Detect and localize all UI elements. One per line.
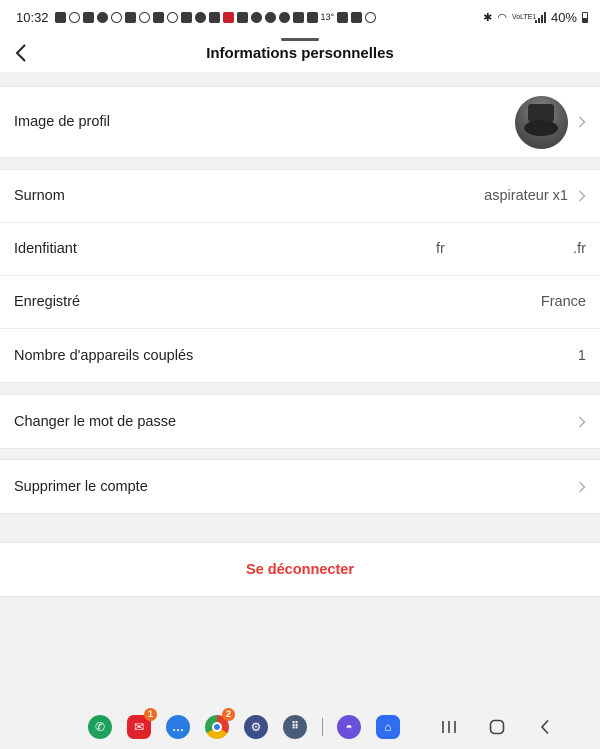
chevron-right-icon [578,190,586,202]
paired-devices-value: 1 [577,347,586,364]
messages-app-icon[interactable]: … [166,714,190,739]
nickname-value: aspirateur x1 [484,188,568,204]
youtube-icon [222,11,234,23]
paired-devices-row: Nombre d'appareils couplés 1 [0,329,600,382]
flipboard-icon [337,11,349,23]
logout-label: Se déconnecter [246,561,354,578]
taskbar: ✆ ✉ 1 … 2 ⚙ ⠿ ◓ ⌂ [0,704,600,749]
dock-divider [322,717,323,736]
battery-percent: 40% [550,9,577,25]
chrome-badge: 2 [222,707,235,721]
apps-grid-icon[interactable]: ⠿ [283,714,307,739]
chevron-right-icon [578,116,586,128]
nickname-row[interactable]: Surnom aspirateur x1 [0,170,600,223]
star-icon [138,11,150,23]
chrome-icon [166,11,178,23]
notification-icons: 13° [54,11,484,23]
nickname-label: Surnom [14,188,65,204]
rmc-icon [208,11,220,23]
home-icon [489,719,505,734]
logout-button[interactable]: Se déconnecter [0,542,600,597]
weather-temperature: 13° [320,12,335,22]
linkedin-icon [152,11,164,23]
clock: 10:32 [16,9,49,25]
mail-icon [124,11,136,23]
delete-account-label: Supprimer le compte [14,478,148,495]
image-icon [306,11,318,23]
change-password-label: Changer le mot de passe [14,413,177,430]
identifier-label: Idenfitiant [14,241,77,257]
home-button[interactable] [483,713,511,741]
phone-app-icon[interactable]: ✆ [88,714,112,739]
chevron-left-icon [15,44,26,62]
identifier-row: Idenfitiant fr .fr [0,223,600,276]
status-bar: 10:32 13° ✱ ◠ VoLTE1 40% [0,0,600,34]
registered-label: Enregistré [14,294,81,310]
smartthings-app-icon[interactable]: ⌂ [376,714,400,739]
delete-account-section: Supprimer le compte [0,459,600,514]
pokeball-icon [278,11,290,23]
pokeball-icon [250,11,262,23]
tumblr-icon [236,11,248,23]
pokeball-icon [264,11,276,23]
network-type: VoLTE1 [511,13,537,21]
battery-icon [582,11,588,23]
chevron-right-icon [578,416,586,428]
news-icon [292,11,304,23]
system-indicators: ✱ ◠ VoLTE1 40% [483,10,588,25]
signal-icon [534,11,546,23]
avatar [515,95,568,149]
registered-value: France [540,294,586,310]
bluetooth-icon: ✱ [483,11,493,24]
linkedin-icon [54,11,66,23]
snapchat-icon [194,11,206,23]
nickname-value-wrap: aspirateur x1 [484,188,586,204]
chrome-app-icon[interactable]: 2 [205,707,235,739]
settings-app-icon[interactable]: ⚙ [244,714,268,739]
chevron-right-icon [578,481,586,493]
back-button[interactable] [6,38,36,68]
chrome-icon [110,11,122,23]
google-icon [96,11,108,23]
registered-row: Enregistré France [0,276,600,329]
flipboard-icon [351,11,363,23]
delete-account-row[interactable]: Supprimer le compte [0,460,600,513]
identifier-value-start: fr [436,241,445,257]
chrome-icon [68,11,80,23]
email-app-icon[interactable]: ✉ 1 [127,707,157,739]
wifi-icon: ◠ [497,11,507,24]
change-password-section: Changer le mot de passe [0,394,600,449]
email-badge: 1 [144,707,157,721]
page-title: Informations personnelles [206,44,394,62]
recent-apps-button[interactable] [435,713,463,741]
recents-icon [442,720,456,733]
back-icon [540,719,549,734]
profile-image-row[interactable]: Image de profil [0,87,600,157]
app-header: Informations personnelles [0,34,600,72]
profile-image-value [515,95,586,149]
account-details-section: Surnom aspirateur x1 Idenfitiant fr .fr … [0,169,600,383]
profile-section: Image de profil [0,86,600,158]
identifier-value: fr .fr [436,241,586,257]
internet-app-icon[interactable]: ◓ [337,714,361,739]
back-nav-button[interactable] [531,713,559,741]
drag-handle[interactable] [281,38,319,41]
identifier-value-end: .fr [573,241,586,257]
change-password-row[interactable]: Changer le mot de passe [0,395,600,448]
paired-devices-label: Nombre d'appareils couplés [14,347,194,364]
profile-image-label: Image de profil [14,114,110,130]
circle-icon [365,11,377,23]
lock-icon [180,11,192,23]
linkedin-icon [82,11,94,23]
